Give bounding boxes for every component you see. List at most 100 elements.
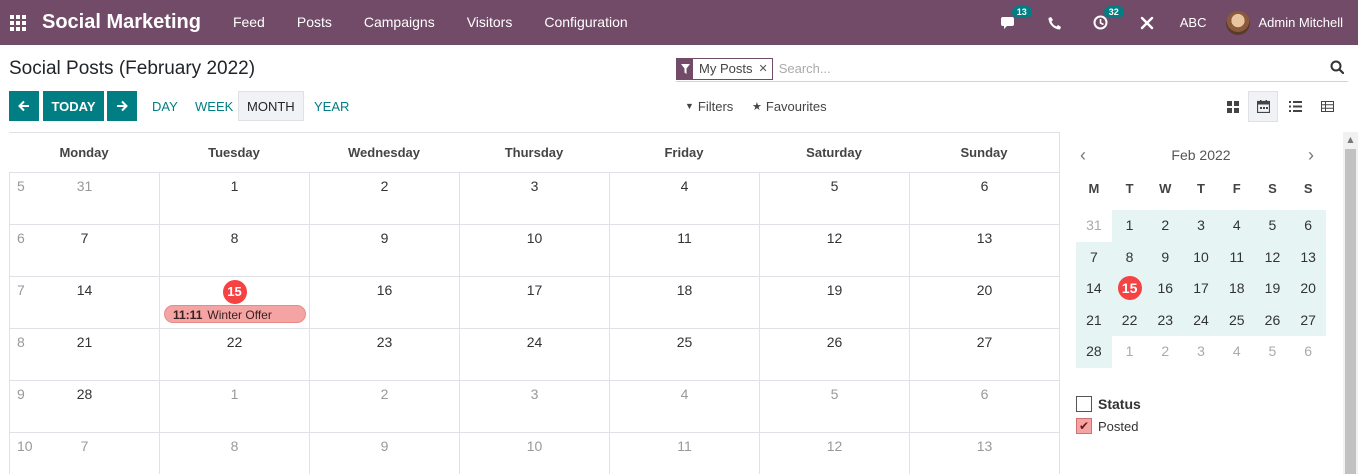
mini-day[interactable]: 7 <box>1076 241 1112 273</box>
mini-day[interactable]: 3 <box>1183 336 1219 368</box>
day-cell[interactable]: 6 <box>909 381 1059 433</box>
scale-month-button[interactable]: MONTH <box>238 91 304 121</box>
day-cell[interactable]: 6 <box>909 173 1059 225</box>
day-cell[interactable]: 4 <box>609 173 759 225</box>
scroll-up-arrow-icon[interactable]: ▲ <box>1343 132 1358 147</box>
phone-icon[interactable] <box>1046 14 1064 32</box>
mini-day[interactable]: 28 <box>1076 336 1112 368</box>
mini-day[interactable]: 19 <box>1254 273 1291 305</box>
day-cell[interactable]: 12 <box>759 225 909 277</box>
mini-day-today[interactable]: 15 <box>1111 273 1148 305</box>
mini-day[interactable]: 5 <box>1255 336 1291 368</box>
mini-day[interactable]: 4 <box>1219 336 1255 368</box>
day-cell[interactable]: 3 <box>459 381 609 433</box>
calendar-event[interactable]: 11:11 Winter Offer <box>164 305 306 323</box>
day-cell[interactable]: 5 <box>759 173 909 225</box>
day-cell[interactable]: 10 <box>459 433 609 474</box>
day-cell[interactable]: 13 <box>909 433 1059 474</box>
day-cell[interactable]: 28 <box>9 381 159 433</box>
chevron-right-icon[interactable]: › <box>1308 140 1314 170</box>
day-cell[interactable]: 9 <box>309 225 459 277</box>
mini-day[interactable]: 6 <box>1290 336 1326 368</box>
day-cell[interactable]: 12 <box>759 433 909 474</box>
previous-button[interactable] <box>9 91 39 121</box>
facet-remove-icon[interactable]: ✕ <box>758 59 771 79</box>
status-posted-option[interactable]: ✔ Posted <box>1076 418 1141 434</box>
day-cell[interactable]: 8 <box>159 225 309 277</box>
day-cell[interactable]: 10 <box>459 225 609 277</box>
pivot-view-button[interactable] <box>1312 91 1342 122</box>
status-all-checkbox[interactable] <box>1076 396 1092 412</box>
mini-day[interactable]: 20 <box>1290 273 1327 305</box>
user-menu[interactable]: Admin Mitchell <box>1258 15 1343 30</box>
mini-day[interactable]: 1 <box>1112 336 1148 368</box>
day-cell[interactable]: 21 <box>9 329 159 381</box>
day-cell[interactable]: 25 <box>609 329 759 381</box>
menu-posts[interactable]: Posts <box>281 0 348 45</box>
day-cell[interactable]: 13 <box>909 225 1059 277</box>
mini-day[interactable]: 1 <box>1111 210 1148 242</box>
day-cell[interactable]: 23 <box>309 329 459 381</box>
mini-day[interactable]: 12 <box>1254 241 1291 273</box>
day-cell[interactable]: 2 <box>309 381 459 433</box>
day-cell[interactable]: 24 <box>459 329 609 381</box>
mini-day[interactable]: 31 <box>1076 210 1112 242</box>
day-cell[interactable]: 3 <box>459 173 609 225</box>
list-view-button[interactable] <box>1280 91 1310 122</box>
day-cell[interactable]: 5 <box>759 381 909 433</box>
mini-day[interactable]: 2 <box>1147 210 1184 242</box>
mini-day[interactable]: 4 <box>1218 210 1255 242</box>
apps-grid-icon[interactable] <box>10 14 26 31</box>
scale-year-button[interactable]: YEAR <box>306 91 357 121</box>
scrollbar-thumb[interactable] <box>1345 149 1356 474</box>
day-cell[interactable]: 31 <box>9 173 159 225</box>
day-cell[interactable]: 27 <box>909 329 1059 381</box>
day-cell[interactable]: 7 <box>9 225 159 277</box>
day-cell[interactable]: 7 <box>9 433 159 474</box>
mini-day[interactable]: 13 <box>1290 241 1327 273</box>
user-avatar[interactable] <box>1226 10 1251 35</box>
mini-day[interactable]: 27 <box>1290 304 1327 336</box>
menu-visitors[interactable]: Visitors <box>451 0 529 45</box>
mini-day[interactable]: 10 <box>1183 241 1219 273</box>
next-button[interactable] <box>107 91 137 121</box>
chat-icon[interactable]: 13 <box>1000 5 1032 32</box>
mini-day[interactable]: 14 <box>1076 273 1112 305</box>
search-icon[interactable] <box>1330 60 1345 78</box>
day-cell[interactable]: 18 <box>609 277 759 329</box>
status-filter-header[interactable]: Status <box>1076 396 1141 412</box>
day-cell[interactable]: 9 <box>309 433 459 474</box>
menu-campaigns[interactable]: Campaigns <box>348 0 451 45</box>
mini-day[interactable]: 2 <box>1147 336 1183 368</box>
day-cell-today[interactable]: 15 11:11 Winter Offer <box>159 277 309 329</box>
app-brand[interactable]: Social Marketing <box>42 11 201 34</box>
day-cell[interactable]: 11 <box>609 225 759 277</box>
mini-day[interactable]: 24 <box>1183 304 1219 336</box>
scrollbar[interactable]: ▲ <box>1343 132 1358 474</box>
company-switcher[interactable]: ABC <box>1180 15 1207 30</box>
mini-day[interactable]: 11 <box>1218 241 1255 273</box>
mini-day[interactable]: 3 <box>1183 210 1219 242</box>
activity-clock-icon[interactable]: 32 <box>1092 5 1124 32</box>
day-cell[interactable]: 20 <box>909 277 1059 329</box>
day-cell[interactable]: 11 <box>609 433 759 474</box>
mini-day[interactable]: 25 <box>1218 304 1255 336</box>
day-cell[interactable]: 14 <box>9 277 159 329</box>
today-button[interactable]: TODAY <box>43 91 104 121</box>
menu-feed[interactable]: Feed <box>217 0 281 45</box>
mini-day[interactable]: 6 <box>1290 210 1327 242</box>
scale-week-button[interactable]: WEEK <box>187 91 241 121</box>
day-cell[interactable]: 26 <box>759 329 909 381</box>
mini-day[interactable]: 17 <box>1183 273 1219 305</box>
mini-day[interactable]: 16 <box>1147 273 1184 305</box>
scale-day-button[interactable]: DAY <box>144 91 186 121</box>
checkmark-icon[interactable]: ✔ <box>1076 418 1092 434</box>
day-cell[interactable]: 17 <box>459 277 609 329</box>
calendar-view-button[interactable] <box>1248 91 1278 122</box>
search-input[interactable] <box>778 61 1319 76</box>
mini-day[interactable]: 26 <box>1254 304 1291 336</box>
mini-day[interactable]: 22 <box>1111 304 1148 336</box>
day-cell[interactable]: 8 <box>159 433 309 474</box>
mini-day[interactable]: 5 <box>1254 210 1291 242</box>
mini-day[interactable]: 8 <box>1111 241 1148 273</box>
